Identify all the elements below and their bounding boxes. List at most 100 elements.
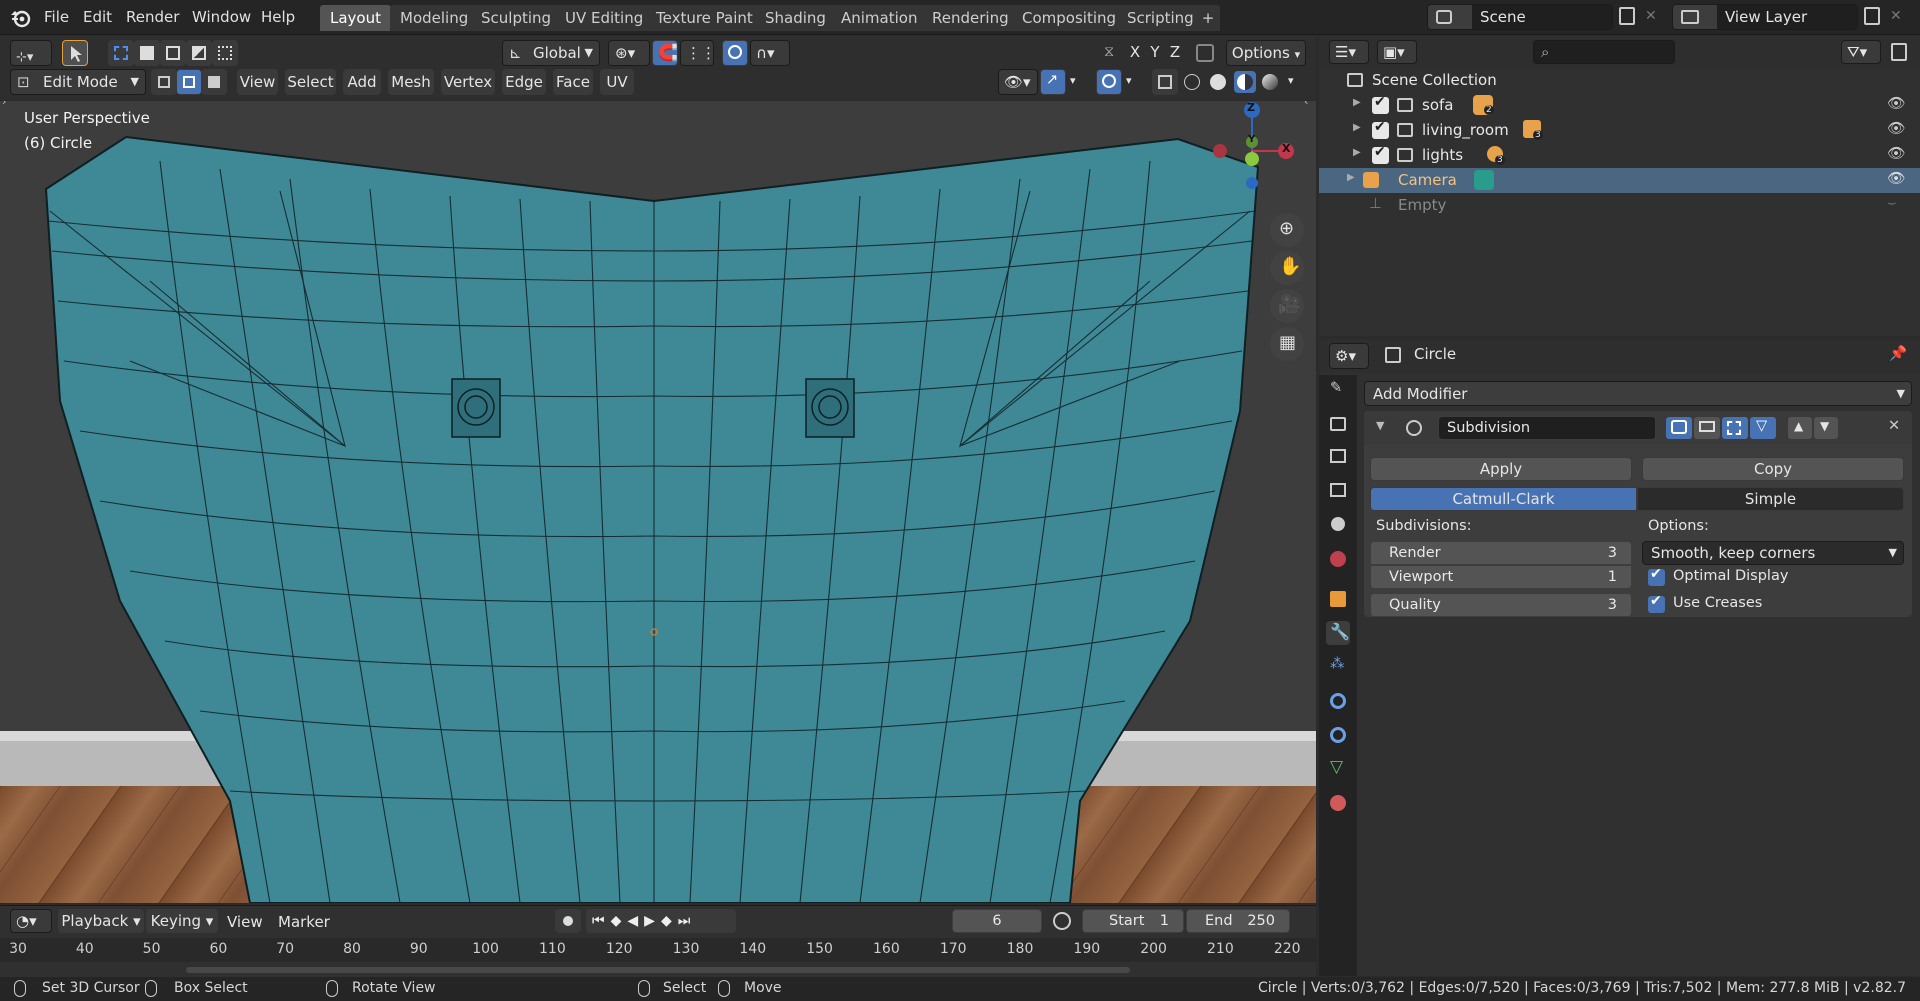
show-render-icon[interactable] bbox=[1666, 417, 1692, 439]
catmull-clark-toggle[interactable]: Catmull-Clark bbox=[1370, 487, 1637, 511]
mesh-data-tab-icon[interactable]: ▽ bbox=[1326, 757, 1350, 781]
play-reverse-icon[interactable]: ◀ bbox=[627, 913, 644, 929]
tab-texture-paint[interactable]: Texture Paint bbox=[646, 5, 763, 31]
pan-hand-icon[interactable]: ✋ bbox=[1270, 251, 1304, 285]
disclosure-triangle-icon[interactable]: ▶ bbox=[1353, 122, 1361, 133]
sidebar-toggle-icon[interactable]: ‹ bbox=[1304, 101, 1308, 108]
outliner-item-sofa[interactable]: ▶ ✔ sofa 2 👁 bbox=[1319, 93, 1920, 118]
outliner-editor-type[interactable]: ☰▾ bbox=[1329, 40, 1369, 64]
toolbar-toggle-icon[interactable]: › bbox=[2, 101, 6, 108]
menu-render[interactable]: Render bbox=[126, 8, 179, 26]
menu-file[interactable]: File bbox=[44, 8, 69, 26]
show-viewport-icon[interactable] bbox=[1694, 417, 1720, 439]
ortho-grid-icon[interactable]: ▦ bbox=[1270, 327, 1304, 361]
view-layer-tab-icon[interactable] bbox=[1326, 479, 1350, 503]
tab-scripting[interactable]: Scripting bbox=[1117, 5, 1204, 31]
tool-tab-icon[interactable]: ✎ bbox=[1326, 379, 1350, 403]
tab-uv-editing[interactable]: UV Editing bbox=[555, 5, 654, 31]
falloff-dropdown[interactable]: ∩▾ bbox=[750, 40, 790, 66]
overlays-toggle-icon[interactable] bbox=[1096, 69, 1122, 95]
properties-editor-type[interactable]: ⚙▾ bbox=[1329, 343, 1369, 369]
new-collection-icon[interactable] bbox=[1891, 43, 1907, 61]
mirror-y-toggle[interactable]: Y bbox=[1146, 40, 1164, 66]
overlays-dropdown-icon[interactable]: ▾ bbox=[1126, 74, 1132, 87]
exclude-checkbox[interactable]: ✔ bbox=[1372, 94, 1389, 114]
shading-dropdown-icon[interactable]: ▾ bbox=[1288, 74, 1294, 87]
tab-layout[interactable]: Layout bbox=[320, 5, 391, 31]
select-mode-extend-icon[interactable] bbox=[134, 40, 160, 66]
editor-type-dropdown[interactable]: ⊹▾ bbox=[10, 40, 52, 66]
menu-window[interactable]: Window bbox=[192, 8, 251, 26]
render-tab-icon[interactable] bbox=[1326, 413, 1350, 437]
jump-end-icon[interactable]: ⏭ bbox=[678, 913, 697, 929]
solid-shading-icon[interactable] bbox=[1210, 74, 1226, 90]
copy-view-layer-icon[interactable] bbox=[1864, 7, 1880, 25]
transform-orientation-dropdown[interactable]: ⊾ Global ▼ bbox=[502, 40, 600, 66]
current-frame-field[interactable]: 6 bbox=[952, 909, 1042, 933]
mirror-x-toggle[interactable]: X bbox=[1126, 40, 1144, 66]
output-tab-icon[interactable] bbox=[1326, 445, 1350, 469]
material-tab-icon[interactable] bbox=[1326, 791, 1350, 815]
filter-dropdown[interactable]: ⛛▾ bbox=[1841, 40, 1881, 64]
start-frame-field[interactable]: Start 1 bbox=[1082, 909, 1184, 933]
playback-menu[interactable]: Playback ▾ bbox=[58, 909, 144, 933]
timeline-editor-type[interactable]: ◔▾ bbox=[10, 909, 52, 933]
world-tab-icon[interactable] bbox=[1326, 547, 1350, 571]
outliner-search-input[interactable]: ⌕ bbox=[1533, 40, 1675, 64]
blender-logo-icon[interactable] bbox=[10, 8, 32, 28]
menu-edit[interactable]: Edit bbox=[83, 8, 112, 26]
options-dropdown[interactable]: Options ▾ bbox=[1226, 40, 1306, 66]
view-layer-selector[interactable]: View Layer bbox=[1672, 4, 1858, 30]
menu-help[interactable]: Help bbox=[261, 8, 295, 26]
wireframe-shading-icon[interactable] bbox=[1184, 74, 1200, 90]
add-modifier-dropdown[interactable]: Add Modifier ▼ bbox=[1364, 381, 1912, 406]
vertex-select-icon[interactable] bbox=[151, 69, 177, 95]
proportional-edit-icon[interactable] bbox=[722, 40, 748, 66]
select-mode-subtract-icon[interactable] bbox=[160, 40, 186, 66]
view-layer-name[interactable]: View Layer bbox=[1717, 5, 1857, 29]
show-editmode-icon[interactable] bbox=[1722, 417, 1748, 439]
auto-merge-icon[interactable] bbox=[1196, 44, 1214, 62]
gizmo-toggle-icon[interactable]: ↗ bbox=[1040, 69, 1066, 95]
exclude-checkbox[interactable]: ✔ bbox=[1372, 144, 1389, 164]
menu-uv[interactable]: UV bbox=[600, 69, 634, 95]
physics-tab-icon[interactable] bbox=[1326, 689, 1350, 713]
tab-animation[interactable]: Animation bbox=[831, 5, 928, 31]
menu-mesh[interactable]: Mesh bbox=[388, 69, 434, 95]
pivot-point-dropdown[interactable]: ⊛▾ bbox=[608, 40, 650, 66]
rendered-shading-icon[interactable] bbox=[1262, 74, 1278, 90]
move-down-icon[interactable]: ▼ bbox=[1814, 417, 1838, 439]
eye-icon[interactable]: 👁 bbox=[1887, 145, 1905, 162]
snap-toggle-icon[interactable]: 🧲 bbox=[652, 40, 678, 66]
menu-face[interactable]: Face bbox=[553, 69, 593, 95]
next-keyframe-icon[interactable]: ◆ bbox=[661, 913, 678, 929]
gizmo-dropdown-icon[interactable]: ▾ bbox=[1070, 74, 1076, 87]
modifier-tab-icon[interactable]: 🔧 bbox=[1326, 621, 1350, 645]
outliner-root[interactable]: Scene Collection bbox=[1319, 68, 1920, 93]
tab-sculpting[interactable]: Sculpting bbox=[471, 5, 562, 31]
snap-target-dropdown[interactable]: ⋮⋮ bbox=[680, 40, 716, 66]
scene-tab-icon[interactable] bbox=[1326, 513, 1350, 537]
tab-modeling[interactable]: Modeling bbox=[390, 5, 479, 31]
move-up-icon[interactable]: ▲ bbox=[1788, 417, 1812, 439]
edge-select-icon[interactable] bbox=[176, 69, 202, 95]
eye-icon[interactable]: 👁 bbox=[1887, 95, 1905, 112]
select-mode-new-icon[interactable] bbox=[108, 40, 134, 66]
optimal-display-checkbox[interactable]: ✔ bbox=[1648, 566, 1665, 586]
render-levels-field[interactable]: Render 3 bbox=[1370, 541, 1632, 565]
end-frame-field[interactable]: End 250 bbox=[1186, 909, 1290, 933]
select-mode-intersect-icon[interactable] bbox=[212, 40, 238, 66]
select-mode-invert-icon[interactable] bbox=[186, 40, 212, 66]
exclude-checkbox[interactable]: ✔ bbox=[1372, 119, 1389, 139]
mirror-z-toggle[interactable]: Z bbox=[1166, 40, 1184, 66]
select-tool-icon[interactable] bbox=[62, 40, 88, 66]
menu-add[interactable]: Add bbox=[343, 69, 381, 95]
menu-edge[interactable]: Edge bbox=[502, 69, 546, 95]
disclosure-triangle-icon[interactable]: ▶ bbox=[1347, 172, 1355, 183]
disclosure-triangle-icon[interactable]: ▶ bbox=[1353, 97, 1361, 108]
timeline-scrollbar[interactable] bbox=[186, 967, 1130, 973]
apply-button[interactable]: Apply bbox=[1370, 457, 1632, 481]
visibility-dropdown[interactable]: 👁▾ bbox=[998, 69, 1038, 95]
outliner-item-living-room[interactable]: ▶ ✔ living_room 3 👁 bbox=[1319, 118, 1920, 143]
jump-start-icon[interactable]: ⏮ bbox=[592, 913, 611, 929]
